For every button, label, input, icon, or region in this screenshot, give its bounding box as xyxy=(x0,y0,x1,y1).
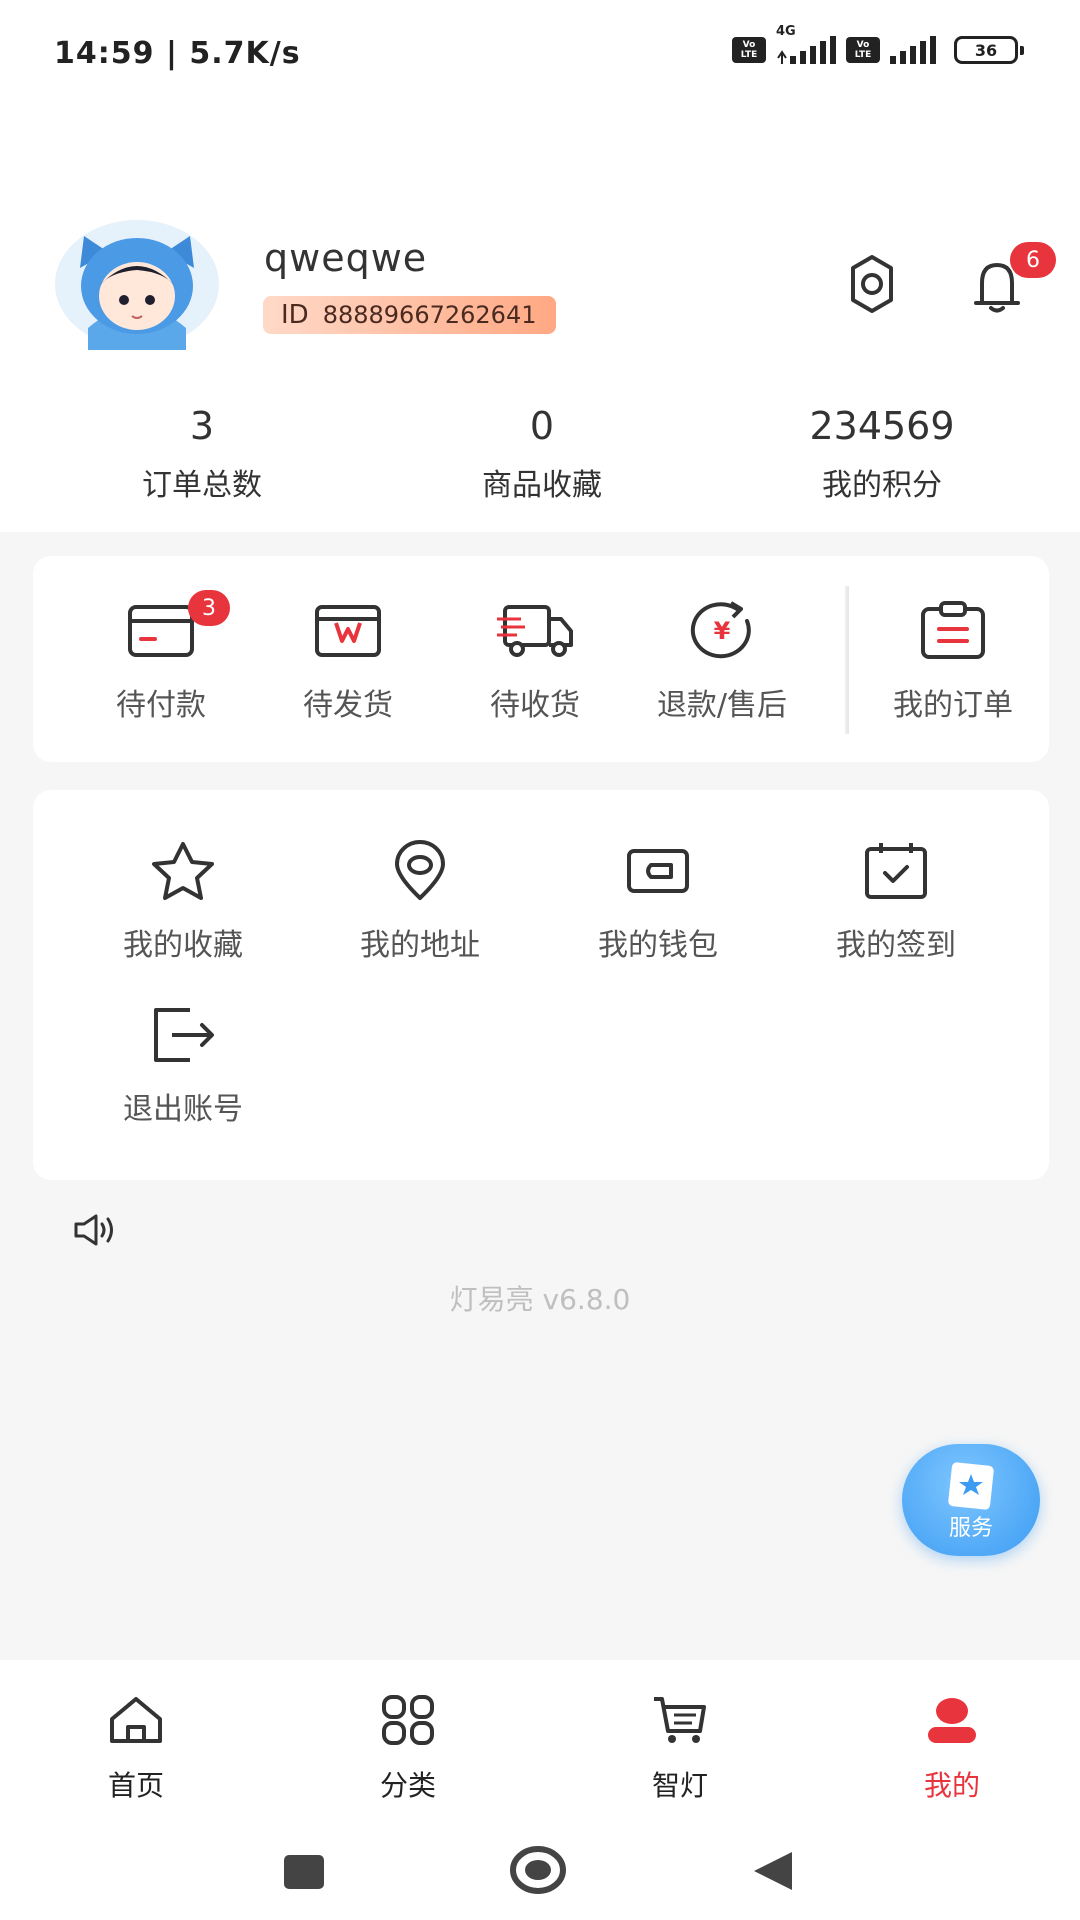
calendar-check-icon xyxy=(865,843,927,899)
signal-icon xyxy=(890,36,936,64)
package-icon xyxy=(315,605,381,657)
speaker-icon xyxy=(74,1214,113,1246)
home-nav-button[interactable] xyxy=(508,1844,568,1896)
tab-label: 我的 xyxy=(923,1769,980,1802)
settings-button[interactable] xyxy=(840,252,904,316)
service-label: 我的签到 xyxy=(836,928,956,963)
back-triangle-icon xyxy=(754,1852,792,1890)
stat-label: 订单总数 xyxy=(142,468,262,503)
volte-icon: Vo LTE xyxy=(732,37,766,63)
status-bar: 14:59 | 5.7K/s Vo LTE 4G Vo LTE 36 xyxy=(0,0,1080,110)
service-label: 服务 xyxy=(948,1516,993,1541)
system-navigation-bar xyxy=(0,1824,1080,1920)
order-refund-aftersales[interactable]: ¥ 退款/售后 xyxy=(627,596,817,724)
stat-label: 商品收藏 xyxy=(482,468,602,503)
status-indicators: Vo LTE 4G Vo LTE 36 xyxy=(732,24,1024,64)
volte-icon-2: Vo LTE xyxy=(846,37,880,63)
tab-label: 首页 xyxy=(107,1769,164,1802)
stat-label: 我的积分 xyxy=(822,468,942,503)
home-icon xyxy=(110,1697,162,1743)
service-label: 我的收藏 xyxy=(123,928,243,963)
service-label: 我的地址 xyxy=(360,928,480,963)
service-star-icon xyxy=(948,1462,994,1510)
username: qweqwe xyxy=(264,236,428,280)
order-label: 待付款 xyxy=(116,688,206,723)
user-id-badge: ID 88889667262641 xyxy=(263,296,557,334)
stat-favorites[interactable]: 0 商品收藏 xyxy=(372,404,712,504)
stats-row: 3 订单总数 0 商品收藏 234569 我的积分 xyxy=(0,404,1080,504)
tab-home[interactable]: 首页 xyxy=(66,1690,206,1804)
gear-icon xyxy=(851,255,893,313)
order-label: 待发货 xyxy=(303,688,393,723)
tab-smart-light[interactable]: 智灯 xyxy=(610,1690,750,1804)
person-icon xyxy=(928,1698,976,1743)
tab-category[interactable]: 分类 xyxy=(338,1690,478,1804)
order-label: 我的订单 xyxy=(893,688,1013,723)
svg-text:¥: ¥ xyxy=(714,617,731,645)
orders-card: 3 待付款 待发货 待收货 ¥ 退款/售后 我的订单 xyxy=(33,556,1049,762)
logout-icon xyxy=(154,1008,214,1062)
app-version: 灯易亮 v6.8.0 xyxy=(449,1283,631,1316)
stat-value: 234569 xyxy=(809,404,955,448)
order-pending-receipt[interactable]: 待收货 xyxy=(440,596,630,724)
announcement-speaker[interactable] xyxy=(72,1212,120,1248)
signal-4g-icon: 4G xyxy=(776,24,836,64)
status-time: 14:59 | 5.7K/s xyxy=(54,36,301,71)
refund-icon: ¥ xyxy=(690,601,751,659)
my-orders[interactable]: 我的订单 xyxy=(858,596,1048,724)
pending-payment-badge: 3 xyxy=(188,590,230,626)
wallet-icon xyxy=(627,849,689,893)
service-label: 退出账号 xyxy=(123,1092,243,1127)
stat-value: 3 xyxy=(189,404,215,448)
cart-icon xyxy=(654,1697,706,1743)
stat-points[interactable]: 234569 我的积分 xyxy=(712,404,1052,504)
service-address[interactable]: 我的地址 xyxy=(325,836,515,964)
star-icon xyxy=(152,842,214,900)
order-label: 退款/售后 xyxy=(656,688,788,723)
service-wallet[interactable]: 我的钱包 xyxy=(563,836,753,964)
battery-icon: 36 xyxy=(954,36,1024,64)
avatar[interactable] xyxy=(54,216,220,350)
stat-orders-total[interactable]: 3 订单总数 xyxy=(32,404,372,504)
services-card: 我的收藏 我的地址 我的钱包 我的签到 退出账号 xyxy=(33,790,1049,1180)
tab-label: 分类 xyxy=(379,1769,436,1802)
card-icon xyxy=(128,605,194,657)
service-favorites[interactable]: 我的收藏 xyxy=(88,836,278,964)
location-icon xyxy=(395,840,445,900)
order-pending-payment[interactable]: 3 待付款 xyxy=(66,590,256,724)
recent-apps-button[interactable] xyxy=(282,1852,326,1892)
customer-service-button[interactable]: 服务 xyxy=(902,1444,1040,1556)
notification-badge: 6 xyxy=(1010,242,1056,278)
bottom-tab-bar: 首页 分类 智灯 我的 xyxy=(0,1660,1080,1824)
service-logout[interactable]: 退出账号 xyxy=(88,1000,278,1128)
truck-icon xyxy=(497,605,573,657)
circle-home-icon xyxy=(510,1846,566,1894)
tab-mine[interactable]: 我的 xyxy=(882,1690,1022,1804)
service-label: 我的钱包 xyxy=(598,928,718,963)
service-checkin[interactable]: 我的签到 xyxy=(801,836,991,964)
order-pending-shipment[interactable]: 待发货 xyxy=(253,596,443,724)
back-button[interactable] xyxy=(748,1848,798,1894)
stat-value: 0 xyxy=(529,404,555,448)
grid-icon xyxy=(382,1695,434,1745)
clipboard-icon xyxy=(921,601,985,659)
tab-label: 智灯 xyxy=(651,1769,708,1802)
order-label: 待收货 xyxy=(490,688,580,723)
orders-divider xyxy=(845,586,849,734)
square-icon xyxy=(284,1855,324,1889)
